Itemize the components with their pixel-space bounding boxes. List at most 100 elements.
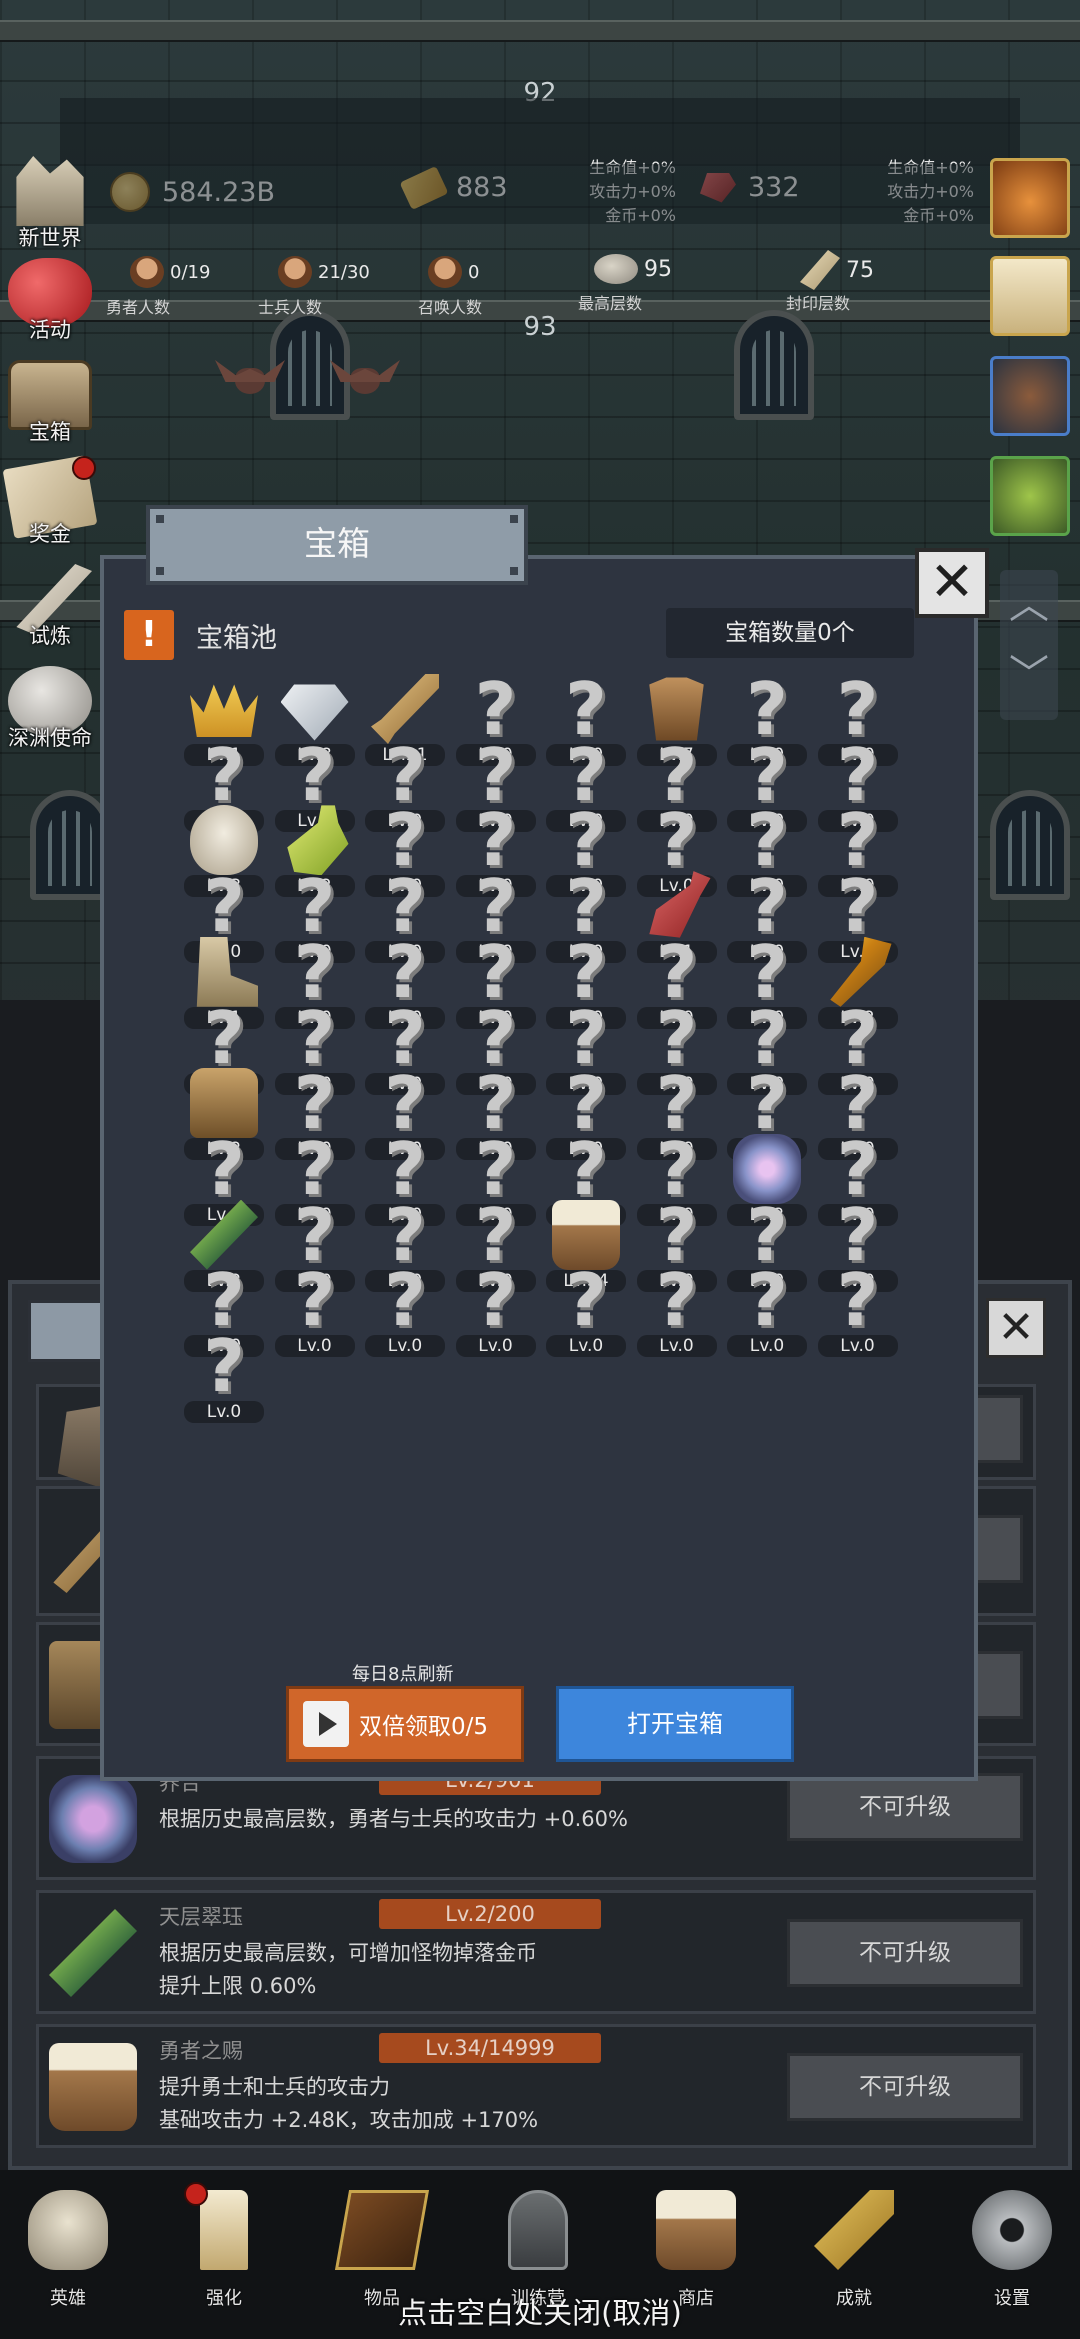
side-menu-label: 宝箱 <box>29 420 71 444</box>
scroll-arrows[interactable]: ︿ ﹀ <box>1000 570 1058 720</box>
upgrade-row-2: 勇者之赐 Lv.34/14999 提升勇士和士兵的攻击力 基础攻击力 +2.48… <box>36 2024 1036 2148</box>
upgrade-description: 提升勇士和士兵的攻击力 基础攻击力 +2.48K，攻击加成 +170% <box>159 2071 538 2137</box>
chest-pool-item[interactable]: ?Lv.0 <box>359 1261 451 1359</box>
heroes-value: 0/19 <box>170 261 211 283</box>
side-menu-label: 新世界 <box>18 226 82 250</box>
summons-stat: 0 <box>428 256 479 288</box>
refresh-note: 每日8点刷新 <box>352 1664 454 1685</box>
mug-icon <box>49 2043 137 2131</box>
warning-icon: ! <box>124 610 174 660</box>
side-menu-events[interactable]: 活动 <box>0 258 100 354</box>
chest-pool-item[interactable]: ?Lv.0 <box>269 1261 361 1359</box>
unknown-icon: ? <box>836 864 879 949</box>
unknown-icon: ? <box>203 1324 245 1408</box>
side-menu-label: 奖金 <box>29 522 71 546</box>
chest-pool-item[interactable]: ?Lv.0 <box>631 1261 723 1359</box>
soldier-head-icon <box>278 256 312 288</box>
slime-icon[interactable] <box>990 456 1070 536</box>
item-level: Lv.0 <box>817 1335 898 1358</box>
summons-label: 召唤人数 <box>418 298 483 317</box>
notification-dot <box>184 2182 208 2206</box>
item-level: Lv.0 <box>636 1335 717 1358</box>
soldiers-stat: 21/30 <box>278 256 370 288</box>
side-menu-label: 活动 <box>29 318 71 342</box>
bat-monster <box>215 360 285 400</box>
unknown-icon: ? <box>384 1258 426 1343</box>
max-floor-stat: 95 <box>594 254 672 284</box>
unknown-icon: ? <box>565 1126 607 1211</box>
unknown-icon: ? <box>836 1258 879 1343</box>
hero-head-icon <box>130 256 164 288</box>
side-menu-chest[interactable]: 宝箱 <box>0 360 100 456</box>
notification-dot <box>72 456 96 480</box>
book-icon <box>334 2190 430 2270</box>
chest-pool-item[interactable]: ?Lv.0 <box>812 1261 904 1359</box>
item-level: Lv.0 <box>455 1335 536 1358</box>
creature-icon[interactable] <box>990 356 1070 436</box>
unknown-icon: ? <box>655 1258 698 1343</box>
sealed-floor-label: 封印层数 <box>786 294 851 313</box>
dungeon-window <box>990 790 1070 900</box>
item-level: Lv.0 <box>365 1335 445 1358</box>
open-chest-button[interactable]: 打开宝箱 <box>556 1686 794 1762</box>
upgrade-button[interactable]: 不可升级 <box>787 2053 1023 2121</box>
chest-pool-item[interactable]: ?Lv.0 <box>721 1261 813 1359</box>
modal-title: 宝箱 <box>146 505 528 585</box>
unknown-icon: ? <box>203 732 245 817</box>
soldiers-value: 21/30 <box>318 261 370 283</box>
upgrade-level: Lv.34/14999 <box>379 2033 601 2063</box>
chest-pool-label: 宝箱池 <box>196 623 277 654</box>
upgrade-row-1: 天层翠珏 Lv.2/200 根据历史最高层数，可增加怪物掉落金币 提升上限 0.… <box>36 1890 1036 2014</box>
upgrade-button[interactable]: 不可升级 <box>787 1773 1023 1841</box>
tentacle-icon <box>49 1775 137 1863</box>
chest-pool-item[interactable]: ?Lv.0 <box>540 1261 632 1359</box>
chest-pool-item[interactable]: ?Lv.0 <box>178 1327 270 1425</box>
summons-value: 0 <box>468 261 480 283</box>
unknown-icon: ? <box>474 1258 517 1343</box>
close-icon[interactable]: ✕ <box>986 1298 1046 1358</box>
side-menu-label: 试炼 <box>29 624 71 648</box>
unknown-icon: ? <box>293 1258 336 1343</box>
scroll-icon <box>800 250 840 290</box>
upgrade-level: Lv.2/200 <box>379 1899 601 1929</box>
unknown-icon: ? <box>565 1258 607 1343</box>
soldiers-label: 士兵人数 <box>258 298 323 317</box>
close-icon: ✕ <box>929 550 975 613</box>
sealed-floor-value: 75 <box>846 257 874 283</box>
double-claim-button[interactable]: 双倍领取0/5 <box>286 1686 524 1762</box>
desc-line: 基础攻击力 +2.48K，攻击加成 +170% <box>159 2108 539 2132</box>
bat-monster <box>330 360 400 400</box>
unknown-icon: ? <box>203 864 245 949</box>
upgrade-description: 根据历史最高层数，可增加怪物掉落金币 提升上限 0.60% <box>159 1937 537 2003</box>
side-menu-trial[interactable]: 试炼 <box>0 564 100 660</box>
summon-head-icon <box>428 256 462 288</box>
item-level: Lv.0 <box>184 1401 264 1423</box>
side-menu-new-world[interactable]: 新世界 <box>0 156 100 252</box>
side-menu-abyss[interactable]: 深渊使命 <box>0 666 100 762</box>
pumpkin-icon[interactable] <box>990 158 1070 238</box>
item-level: Lv.0 <box>546 1335 626 1358</box>
close-hint[interactable]: 点击空白处关闭(取消) <box>0 2290 1080 2332</box>
desc-line: 根据历史最高层数，勇者与士兵的攻击力 +0.60% <box>159 1807 628 1831</box>
candle-icon[interactable] <box>990 256 1070 336</box>
chest-count: 宝箱数量0个 <box>666 608 914 658</box>
heroes-stat: 0/19 <box>130 256 210 288</box>
modal-close-button[interactable]: ✕ <box>915 548 989 618</box>
unknown-icon: ? <box>203 1126 245 1211</box>
upgrade-name: 勇者之赐 <box>159 2039 243 2063</box>
jade-icon <box>49 1909 137 1997</box>
chest-pool-item[interactable]: ?Lv.0 <box>450 1261 542 1359</box>
max-floor-value: 95 <box>644 256 672 282</box>
desc-line: 提升勇士和士兵的攻击力 <box>159 2075 390 2099</box>
lantern-icon <box>508 2190 568 2270</box>
stone-icon <box>594 254 638 284</box>
unknown-icon: ? <box>293 732 336 817</box>
side-menu-label: 深渊使命 <box>8 726 92 750</box>
upgrade-button[interactable]: 不可升级 <box>787 1919 1023 1987</box>
unit-stats-bar <box>60 164 1020 224</box>
floor-band <box>0 20 1080 42</box>
mug-icon <box>656 2190 736 2270</box>
upgrade-description: 根据历史最高层数，勇者与士兵的攻击力 +0.60% <box>159 1803 628 1836</box>
unknown-icon: ? <box>746 1258 788 1343</box>
skull-icon <box>28 2190 108 2270</box>
